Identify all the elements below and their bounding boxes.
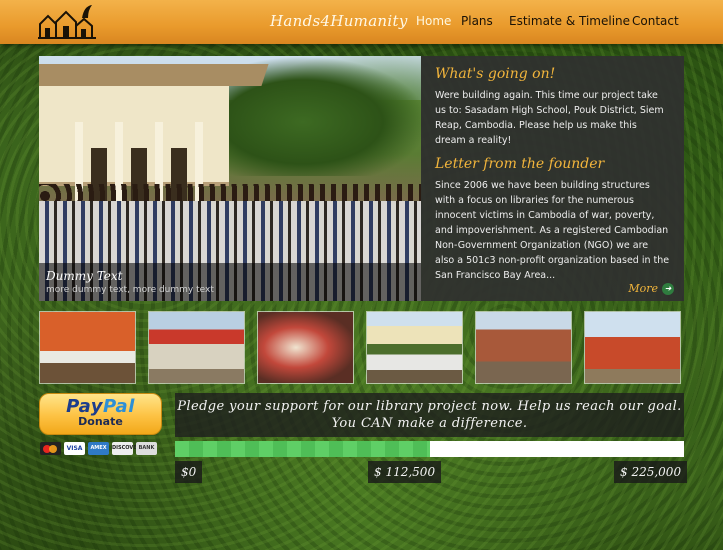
progress-mid-label: $ 112,500 bbox=[368, 461, 442, 483]
pledge-line-2: You CAN make a difference. bbox=[331, 416, 528, 431]
hero-caption-title: Dummy Text bbox=[46, 269, 123, 283]
nav-plans[interactable]: Plans bbox=[461, 14, 493, 28]
thumbnail-photo[interactable] bbox=[584, 311, 681, 384]
hero-school-roof bbox=[39, 64, 269, 86]
more-link[interactable]: More ➜ bbox=[628, 282, 674, 295]
amex-icon: AMEX bbox=[88, 442, 109, 455]
thumbnail-photo[interactable] bbox=[148, 311, 245, 384]
photo-thumbnails bbox=[39, 311, 684, 386]
progress-fill bbox=[175, 441, 430, 457]
hero-school-building bbox=[39, 78, 229, 208]
bank-icon: BANK bbox=[136, 442, 157, 455]
hero-photo[interactable]: Dummy Text more dummy text, more dummy t… bbox=[39, 56, 421, 301]
pledge-line-1: Pledge your support for our library proj… bbox=[177, 399, 682, 414]
news-text: Were building again. This time our proje… bbox=[435, 90, 664, 146]
paypal-logo: PayPal bbox=[66, 396, 135, 417]
progress-goal-label: $ 225,000 bbox=[614, 461, 688, 483]
progress-start-label: $0 bbox=[175, 461, 203, 483]
discover-icon: DISCOVER bbox=[112, 442, 141, 455]
site-header: Hands4Humanity Home Plans Estimate & Tim… bbox=[0, 0, 723, 44]
thumbnail-photo[interactable] bbox=[475, 311, 572, 384]
thumbnail-photo[interactable] bbox=[39, 311, 136, 384]
founder-text: Since 2006 we have been building structu… bbox=[435, 180, 670, 281]
thumbnail-photo[interactable] bbox=[366, 311, 463, 384]
payment-cards: VISA AMEX DISCOVER BANK bbox=[40, 442, 158, 456]
news-heading: What's going on! bbox=[435, 66, 556, 82]
hero-caption: Dummy Text more dummy text, more dummy t… bbox=[39, 263, 421, 301]
paypal-donate-button[interactable]: PayPal Donate bbox=[39, 393, 162, 435]
founder-heading: Letter from the founder bbox=[435, 156, 605, 172]
fundraising-progress-bar bbox=[175, 441, 684, 457]
pledge-banner: Pledge your support for our library proj… bbox=[175, 393, 684, 437]
news-panel: What's going on! Were building again. Th… bbox=[421, 56, 684, 301]
arrow-right-icon: ➜ bbox=[662, 282, 674, 295]
visa-icon: VISA bbox=[64, 442, 85, 455]
hero-caption-text: more dummy text, more dummy text bbox=[46, 285, 214, 295]
thumbnail-photo[interactable] bbox=[257, 311, 354, 384]
more-label: More bbox=[628, 282, 658, 295]
donate-label: Donate bbox=[78, 415, 123, 428]
nav-home[interactable]: Home bbox=[416, 14, 451, 28]
nav-estimate-timeline[interactable]: Estimate & Timeline bbox=[509, 14, 630, 28]
mastercard-icon bbox=[40, 442, 61, 455]
main-nav: Home Plans Estimate & Timeline Contact bbox=[0, 14, 723, 30]
nav-contact[interactable]: Contact bbox=[632, 14, 679, 28]
